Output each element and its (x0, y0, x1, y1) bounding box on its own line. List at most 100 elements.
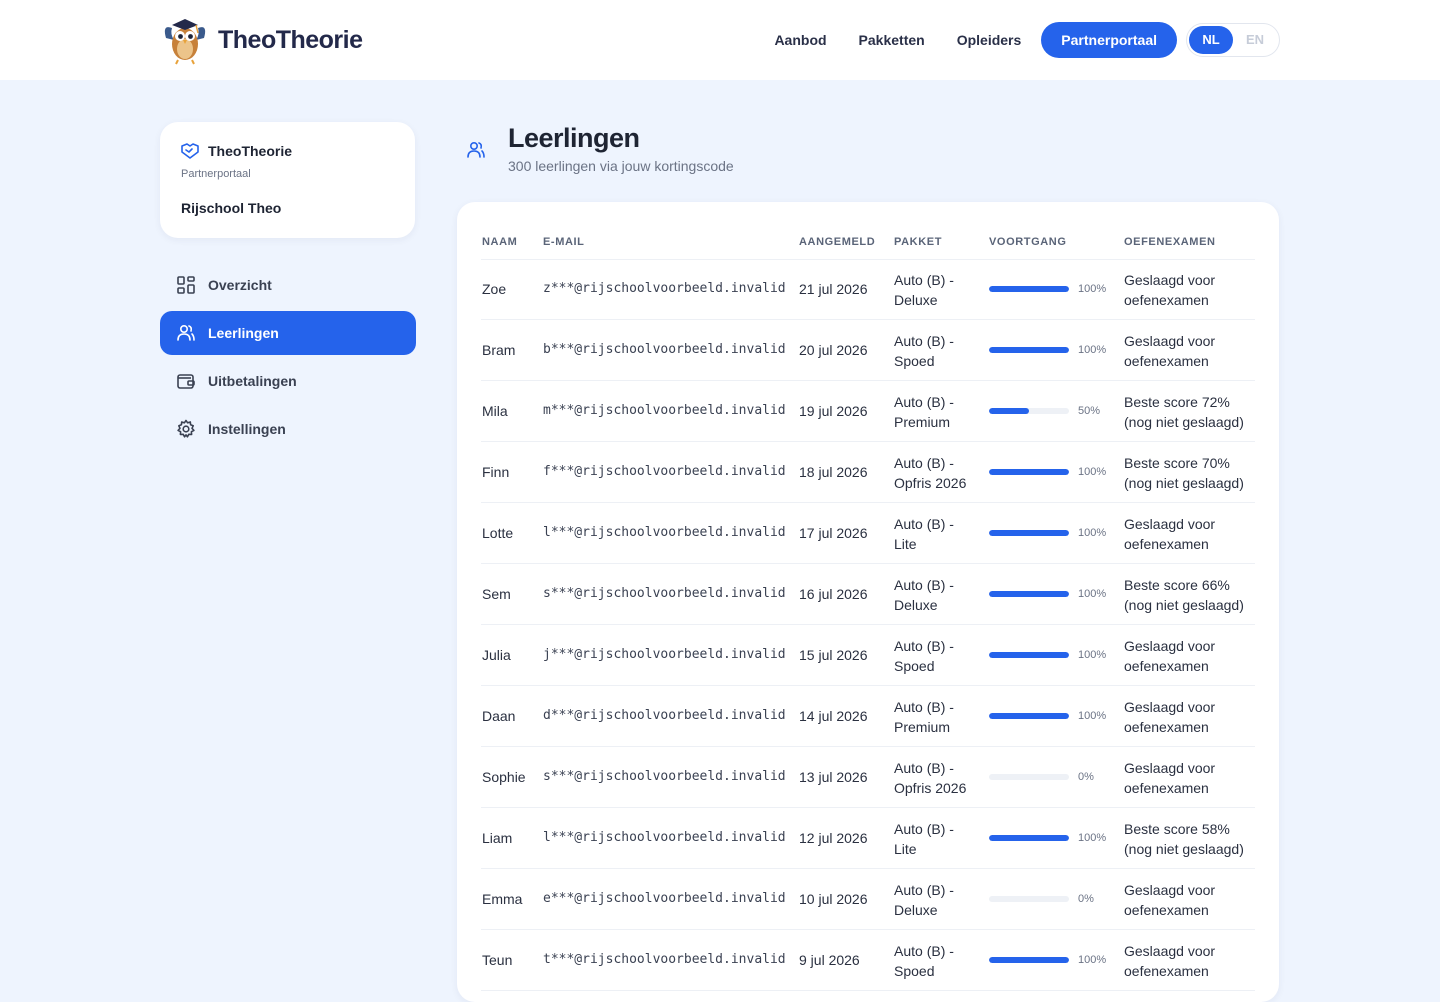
practice-exam-status: Geslaagd voor oefenexamen (1124, 331, 1264, 371)
table-row[interactable]: Emma e***@rijschoolvoorbeeld.invalid 10 ju… (481, 869, 1255, 930)
package-line-2: Deluxe (894, 292, 938, 308)
sidebar-item-leerlingen[interactable]: Leerlingen (160, 311, 416, 355)
table-header: NAAM E-MAIL AANGEMELD PAKKET VOORTGANG O… (481, 236, 1255, 260)
column-header-aangemeld[interactable]: AANGEMELD (799, 236, 875, 248)
student-email: z***@rijschoolvoorbeeld.invalid (543, 281, 786, 296)
table-row[interactable]: Julia j***@rijschoolvoorbeeld.invalid 15 j… (481, 625, 1255, 686)
progress-bar (989, 896, 1069, 902)
signup-date: 13 jul 2026 (799, 769, 868, 785)
package-line-2: Opfris 2026 (894, 475, 967, 491)
progress-bar-fill (989, 713, 1069, 719)
exam-line-2: (nog niet geslaagd) (1124, 475, 1244, 491)
progress: 100% (989, 649, 1106, 661)
table-row[interactable]: Teun t***@rijschoolvoorbeeld.invalid 9 jul… (481, 930, 1255, 991)
table-row[interactable]: Zoe z***@rijschoolvoorbeeld.invalid 21 jul… (481, 259, 1255, 320)
package: Auto (B) - Opfris 2026 (894, 453, 974, 493)
sidebar-item-label: Leerlingen (208, 325, 279, 341)
profile-brand-name: TheoTheorie (208, 143, 293, 159)
student-email: m***@rijschoolvoorbeeld.invalid (543, 403, 786, 418)
exam-line-1: Geslaagd voor (1124, 638, 1216, 654)
column-header-email[interactable]: E-MAIL (543, 236, 584, 248)
lang-en-button[interactable]: EN (1233, 26, 1277, 54)
package-line-2: Opfris 2026 (894, 780, 967, 796)
handshake-icon (181, 143, 199, 159)
progress-bar-fill (989, 347, 1069, 353)
progress-percentage: 0% (1078, 893, 1094, 905)
signup-date: 10 jul 2026 (799, 891, 868, 907)
student-name: Lotte (482, 525, 514, 541)
student-email: e***@rijschoolvoorbeeld.invalid (543, 891, 786, 906)
package-line-1: Auto (B) - (894, 699, 954, 715)
package-line-1: Auto (B) - (894, 638, 954, 654)
signup-date: 16 jul 2026 (799, 586, 868, 602)
practice-exam-status: Geslaagd voor oefenexamen (1124, 514, 1264, 554)
exam-line-1: Geslaagd voor (1124, 699, 1216, 715)
logo[interactable]: TheoTheorie (160, 14, 363, 66)
package: Auto (B) - Premium (894, 392, 974, 432)
progress-percentage: 100% (1078, 527, 1107, 539)
student-email: s***@rijschoolvoorbeeld.invalid (543, 769, 786, 784)
brand-name: TheoTheorie (218, 25, 363, 54)
package-line-1: Auto (B) - (894, 272, 954, 288)
column-header-oefenexamen[interactable]: OEFENEXAMEN (1124, 236, 1216, 248)
wallet-icon (176, 371, 196, 391)
progress-percentage: 100% (1078, 649, 1107, 661)
partnerportaal-button[interactable]: Partnerportaal (1041, 22, 1177, 58)
package: Auto (B) - Spoed (894, 636, 974, 676)
practice-exam-status: Geslaagd voor oefenexamen (1124, 941, 1264, 981)
practice-exam-status: Geslaagd voor oefenexamen (1124, 636, 1264, 676)
sidebar-item-label: Uitbetalingen (208, 373, 297, 389)
package: Auto (B) - Deluxe (894, 270, 974, 310)
sidebar-item-uitbetalingen[interactable]: Uitbetalingen (160, 359, 416, 403)
progress-percentage: 100% (1078, 588, 1107, 600)
table-row[interactable]: Finn f***@rijschoolvoorbeeld.invalid 18 ju… (481, 442, 1255, 503)
table-row[interactable]: Sem s***@rijschoolvoorbeeld.invalid 16 jul… (481, 564, 1255, 625)
sidebar-item-overzicht[interactable]: Overzicht (160, 263, 416, 307)
nav-aanbod[interactable]: Aanbod (774, 32, 826, 48)
package: Auto (B) - Spoed (894, 331, 974, 371)
student-name: Bram (482, 342, 516, 358)
lang-nl-button[interactable]: NL (1189, 26, 1233, 54)
table-row[interactable]: Bram b***@rijschoolvoorbeeld.invalid 20 ju… (481, 320, 1255, 381)
progress-percentage: 50% (1078, 405, 1101, 417)
student-name: Liam (482, 830, 513, 846)
package-line-2: Lite (894, 536, 917, 552)
exam-line-2: oefenexamen (1124, 780, 1209, 796)
progress-percentage: 100% (1078, 832, 1107, 844)
column-header-pakket[interactable]: PAKKET (894, 236, 942, 248)
progress-bar-fill (989, 957, 1069, 963)
practice-exam-status: Beste score 70% (nog niet geslaagd) (1124, 453, 1264, 493)
column-header-naam[interactable]: NAAM (482, 236, 517, 248)
signup-date: 21 jul 2026 (799, 281, 868, 297)
practice-exam-status: Geslaagd voor oefenexamen (1124, 697, 1264, 737)
exam-line-2: oefenexamen (1124, 536, 1209, 552)
exam-line-2: (nog niet geslaagd) (1124, 841, 1244, 857)
exam-line-1: Beste score 58% (1124, 821, 1230, 837)
progress: 100% (989, 588, 1106, 600)
sidebar-nav: Overzicht Leerlingen Uitbetalingen Inste… (160, 263, 416, 455)
profile-brand: TheoTheorie (180, 142, 292, 160)
page-title: Leerlingen (508, 123, 640, 153)
package-line-2: Deluxe (894, 902, 938, 918)
signup-date: 12 jul 2026 (799, 830, 868, 846)
owl-logo-icon (164, 19, 206, 65)
exam-line-1: Geslaagd voor (1124, 882, 1216, 898)
table-row[interactable]: Mila m***@rijschoolvoorbeeld.invalid 19 ju… (481, 381, 1255, 442)
student-name: Emma (482, 891, 523, 907)
language-switch: NL EN (1186, 23, 1280, 57)
column-header-voortgang[interactable]: VOORTGANG (989, 236, 1067, 248)
table-row[interactable]: Daan d***@rijschoolvoorbeeld.invalid 14 ju… (481, 686, 1255, 747)
table-row[interactable]: Lotte l***@rijschoolvoorbeeld.invalid 17 j… (481, 503, 1255, 564)
progress-bar-fill (989, 286, 1069, 292)
nav-opleiders[interactable]: Opleiders (957, 32, 1022, 48)
signup-date: 18 jul 2026 (799, 464, 868, 480)
practice-exam-status: Geslaagd voor oefenexamen (1124, 270, 1264, 310)
nav-pakketten[interactable]: Pakketten (859, 32, 925, 48)
sidebar-item-instellingen[interactable]: Instellingen (160, 407, 416, 451)
table-row[interactable]: Liam l***@rijschoolvoorbeeld.invalid 12 ju… (481, 808, 1255, 869)
table-row[interactable]: Sophie s***@rijschoolvoorbeeld.invalid 13 … (481, 747, 1255, 808)
grid-icon (176, 275, 196, 295)
student-email: b***@rijschoolvoorbeeld.invalid (543, 342, 786, 357)
progress-bar-fill (989, 469, 1069, 475)
package-line-1: Auto (B) - (894, 760, 954, 776)
